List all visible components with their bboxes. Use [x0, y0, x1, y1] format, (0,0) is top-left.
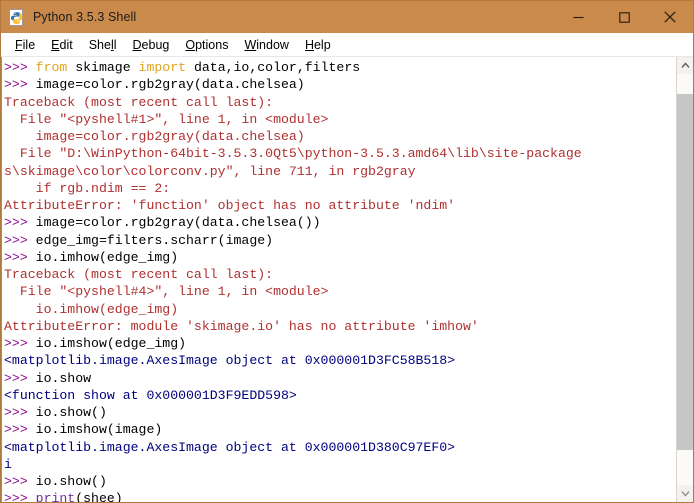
shell-line: >>> io.show(): [4, 404, 676, 421]
menu-item-options[interactable]: Options: [177, 36, 236, 54]
shell-text-plain: (shee): [75, 491, 123, 502]
shell-text-err: File "<pyshell#1>", line 1, in <module>: [4, 111, 329, 127]
shell-text-plain: skimage: [75, 60, 139, 75]
scrollbar-thumb[interactable]: [677, 94, 693, 450]
shell-line: >>> io.show(): [4, 473, 676, 490]
shell-line: >>> print(shee): [4, 490, 676, 502]
close-icon: [664, 11, 676, 23]
shell-text-prompt: >>>: [4, 405, 36, 420]
shell-line: AttributeError: 'function' object has no…: [4, 197, 676, 214]
shell-line: >>> io.imshow(edge_img): [4, 335, 676, 352]
shell-line: Traceback (most recent call last):: [4, 266, 676, 283]
shell-text-prompt: >>>: [4, 215, 36, 231]
shell-text-plain: io.imhow(edge_img): [35, 249, 179, 265]
shell-text-err: AttributeError: 'function' object has no…: [4, 198, 456, 213]
close-button[interactable]: [647, 1, 693, 33]
shell-text-err: s\skimage\color\colorconv.py", line 711,…: [4, 163, 416, 179]
shell-text-prompt: >>>: [4, 491, 36, 502]
window-controls: [555, 1, 693, 33]
shell-line: File "D:\WinPython-64bit-3.5.3.0Qt5\pyth…: [4, 145, 676, 162]
python-shell-window: Python 3.5.3 Shell File Edit Shell Debug Opt: [0, 0, 694, 503]
shell-text-out: <function show at 0x000001D3F9EDD598>: [4, 387, 297, 403]
shell-line: <function show at 0x000001D3F9EDD598>: [4, 387, 676, 404]
chevron-up-icon: [681, 62, 689, 68]
shell-text-prompt: >>>: [4, 249, 36, 265]
shell-text-plain: edge_img=filters.scharr(image): [35, 232, 274, 248]
scroll-down-button[interactable]: [677, 485, 693, 502]
menu-bar: File Edit Shell Debug Options Window Help: [1, 33, 693, 57]
shell-text-plain: image=color.rgb2gray(data.chelsea): [35, 77, 305, 93]
shell-text-prompt: >>>: [4, 370, 36, 386]
shell-line: File "<pyshell#1>", line 1, in <module>: [4, 111, 676, 128]
shell-text-plain: io.show: [35, 370, 92, 386]
shell-line: >>> io.imhow(edge_img): [4, 249, 676, 266]
shell-text-err: Traceback (most recent call last):: [4, 267, 274, 282]
shell-line: >>> image=color.rgb2gray(data.chelsea): [4, 76, 676, 93]
scrollbar-track[interactable]: [677, 74, 693, 485]
vertical-scrollbar[interactable]: [676, 57, 693, 502]
menu-item-edit[interactable]: Edit: [43, 36, 81, 54]
shell-line: image=color.rgb2gray(data.chelsea): [4, 128, 676, 145]
shell-text-builtin: print: [35, 491, 76, 502]
shell-line: <matplotlib.image.AxesImage object at 0x…: [4, 439, 676, 456]
shell-text-plain: io.imshow(image): [35, 422, 163, 438]
shell-text-err: File "<pyshell#4>", line 1, in <module>: [4, 284, 329, 300]
shell-line: >>> from skimage import data,io,color,fi…: [4, 59, 676, 76]
shell-text-plain: io.imshow(edge_img): [35, 336, 187, 351]
shell-text-prompt: >>>: [4, 474, 36, 489]
shell-text-kw: import: [138, 60, 194, 75]
maximize-icon: [618, 11, 630, 23]
shell-text-err: image=color.rgb2gray(data.chelsea): [4, 129, 305, 144]
shell-text-plain: io.show(): [35, 474, 107, 489]
shell-text-err: File "D:\WinPython-64bit-3.5.3.0Qt5\pyth…: [4, 146, 582, 162]
shell-text-plain: data,io,color,filters: [193, 60, 361, 75]
shell-text-area[interactable]: >>> from skimage import data,io,color,fi…: [2, 57, 676, 502]
shell-text-prompt: >>>: [4, 336, 36, 351]
menu-item-file[interactable]: File: [7, 36, 43, 54]
shell-text-out: <matplotlib.image.AxesImage object at 0x…: [4, 353, 456, 369]
shell-line: io.imhow(edge_img): [4, 301, 676, 318]
shell-line: <matplotlib.image.AxesImage object at 0x…: [4, 352, 676, 369]
shell-text-prompt: >>>: [4, 232, 36, 248]
minimize-icon: [573, 16, 583, 18]
shell-text-out: i: [4, 456, 12, 472]
shell-text-plain: io.show(): [35, 405, 107, 420]
shell-text-plain: image=color.rgb2gray(data.chelsea()): [35, 215, 321, 231]
chevron-down-icon: [681, 491, 689, 497]
python-logo-icon: [9, 8, 26, 26]
menu-item-window[interactable]: Window: [236, 36, 296, 54]
shell-line: >>> edge_img=filters.scharr(image): [4, 232, 676, 249]
shell-line: >>> io.imshow(image): [4, 421, 676, 438]
shell-text-prompt: >>>: [4, 77, 36, 93]
shell-text-kw: from: [35, 60, 76, 75]
menu-item-shell[interactable]: Shell: [81, 36, 125, 54]
menu-item-debug[interactable]: Debug: [125, 36, 178, 54]
shell-line: i: [4, 456, 676, 473]
menu-item-help[interactable]: Help: [297, 36, 339, 54]
shell-line: s\skimage\color\colorconv.py", line 711,…: [4, 163, 676, 180]
shell-text-prompt: >>>: [4, 60, 36, 75]
title-bar[interactable]: Python 3.5.3 Shell: [1, 1, 693, 33]
shell-text-prompt: >>>: [4, 422, 36, 438]
shell-text-err: if rgb.ndim == 2:: [4, 180, 171, 196]
maximize-button[interactable]: [601, 1, 647, 33]
shell-text-err: AttributeError: module 'skimage.io' has …: [4, 318, 479, 334]
minimize-button[interactable]: [555, 1, 601, 33]
shell-text-err: io.imhow(edge_img): [4, 301, 179, 317]
shell-line: if rgb.ndim == 2:: [4, 180, 676, 197]
shell-line: Traceback (most recent call last):: [4, 94, 676, 111]
shell-line: AttributeError: module 'skimage.io' has …: [4, 318, 676, 335]
shell-text-err: Traceback (most recent call last):: [4, 94, 274, 110]
shell-text-out: <matplotlib.image.AxesImage object at 0x…: [4, 439, 456, 455]
shell-body: >>> from skimage import data,io,color,fi…: [1, 57, 693, 502]
shell-line: >>> io.show: [4, 370, 676, 387]
window-title: Python 3.5.3 Shell: [33, 10, 137, 24]
shell-line: >>> image=color.rgb2gray(data.chelsea()): [4, 214, 676, 231]
scroll-up-button[interactable]: [677, 57, 693, 74]
shell-line: File "<pyshell#4>", line 1, in <module>: [4, 283, 676, 300]
